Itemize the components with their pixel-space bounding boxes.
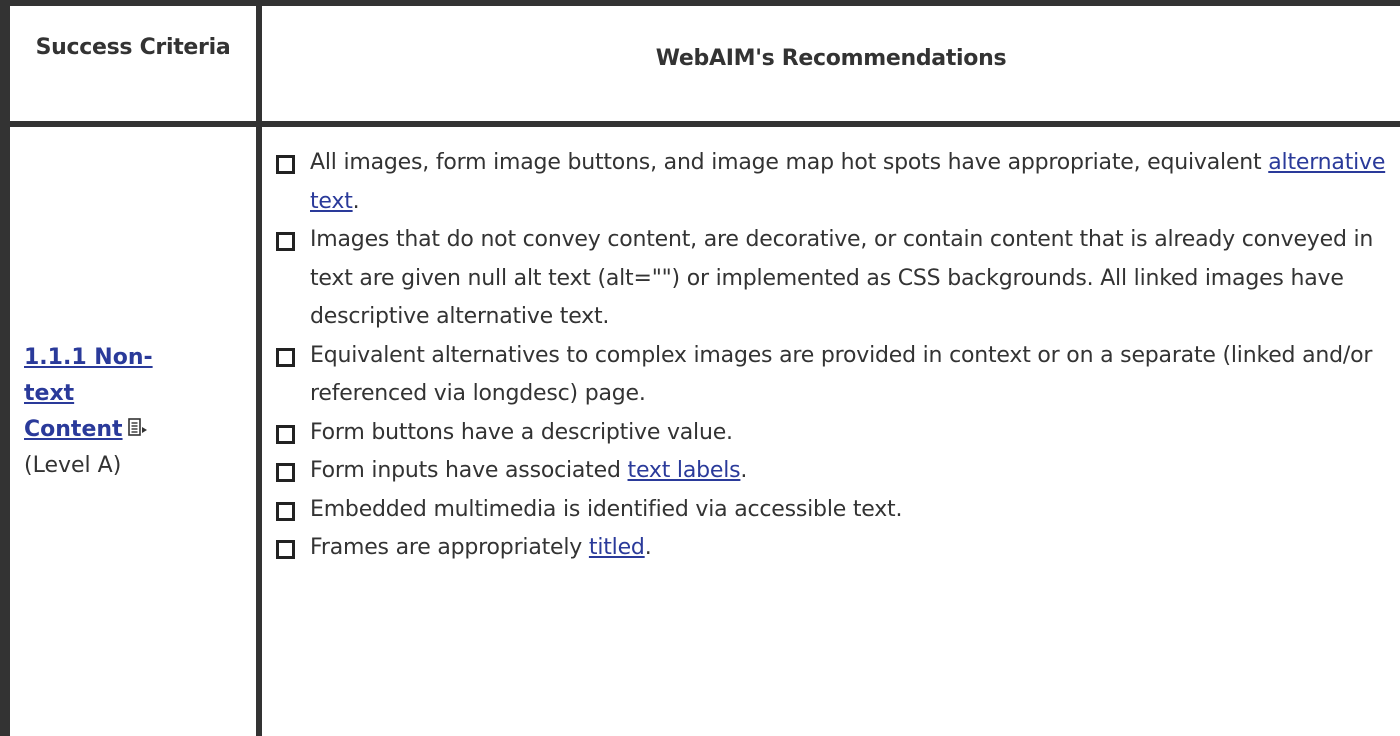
header-divider (0, 121, 1400, 127)
recommendation-text: Form buttons have a descriptive value. (310, 419, 733, 445)
recommendation-item: Equivalent alternatives to complex image… (276, 337, 1391, 414)
wcag-checklist-table: Success Criteria WebAIM's Recommendation… (0, 0, 1400, 736)
recommendation-text-end: . (644, 535, 652, 560)
recommendation-text: Images that do not convey content, are d… (310, 227, 1374, 329)
recommendation-item: Form inputs have associated text labels. (276, 452, 1391, 491)
recommendation-item: Embedded multimedia is identified via ac… (276, 491, 1391, 530)
checkbox-icon (276, 347, 295, 367)
recommendation-text: Form inputs have associated (310, 458, 628, 483)
criterion-level: (Level A) (24, 453, 122, 478)
checkbox-icon (276, 540, 295, 559)
column-divider (256, 0, 262, 736)
header-recommendations: WebAIM's Recommendations (655, 46, 1007, 71)
recommendation-text: Frames are appropriately (310, 535, 589, 560)
document-arrow-icon[interactable] (127, 415, 149, 437)
checkbox-icon (276, 232, 295, 251)
recommendation-text-end: . (740, 458, 748, 483)
recommendation-item: All images, form image buttons, and imag… (276, 144, 1391, 221)
recommendation-link[interactable]: text labels (628, 458, 741, 483)
checkbox-icon (276, 501, 295, 521)
recommendation-item: Frames are appropriately titled. (276, 529, 1391, 568)
recommendation-text-end: . (352, 188, 360, 214)
recommendation-link[interactable]: titled (589, 535, 645, 560)
checkbox-icon (276, 155, 295, 174)
recommendation-text: Embedded multimedia is identified via ac… (310, 496, 903, 522)
recommendations-list: All images, form image buttons, and imag… (276, 144, 1391, 568)
checkbox-icon (276, 424, 295, 444)
criterion-cell: 1.1.1 Non-text Content (Level A) (24, 340, 250, 484)
recommendation-text: Equivalent alternatives to complex image… (310, 342, 1373, 407)
recommendation-item: Form buttons have a descriptive value. (276, 414, 1391, 453)
header-success-criteria: Success Criteria (35, 35, 231, 60)
recommendation-item: Images that do not convey content, are d… (276, 221, 1391, 337)
recommendation-text: All images, form image buttons, and imag… (310, 150, 1269, 175)
checkbox-icon (276, 463, 295, 482)
